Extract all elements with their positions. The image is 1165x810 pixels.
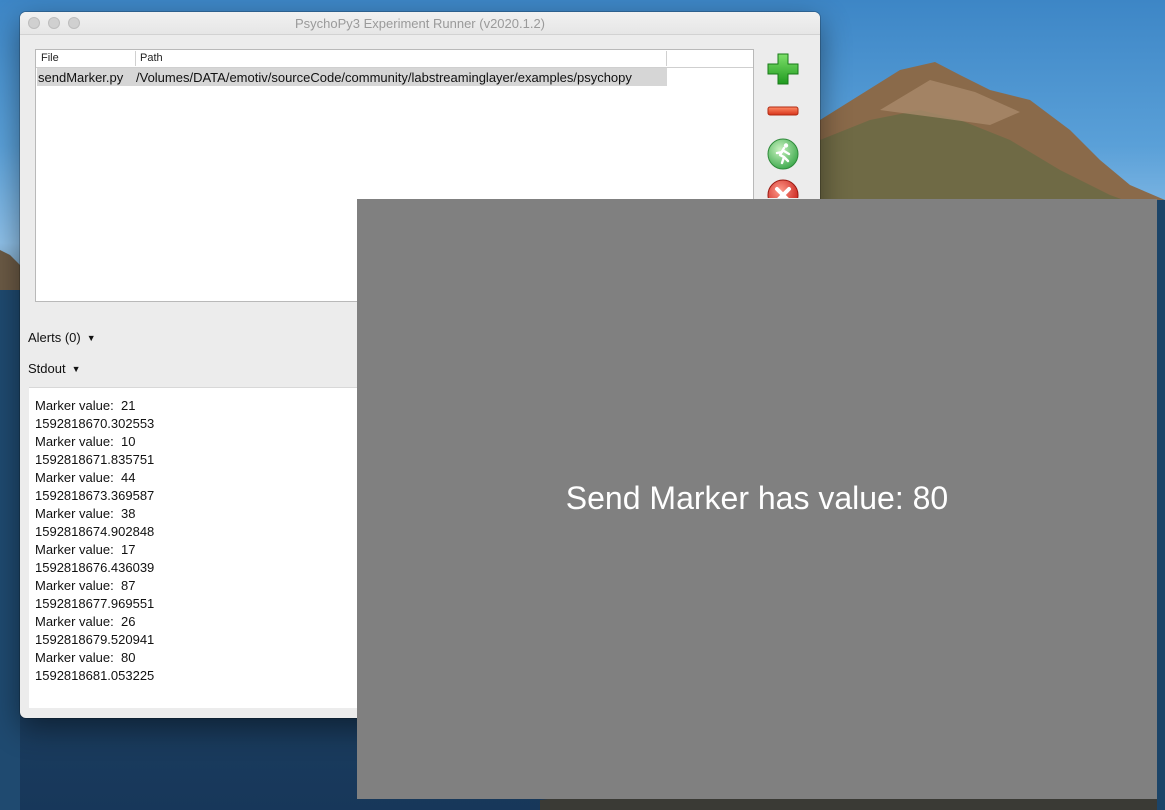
stdout-line: Marker value: 10 <box>35 434 136 449</box>
stdout-text: Marker value: 21 1592818670.302553 Marker … <box>35 397 154 685</box>
column-separator[interactable] <box>135 51 136 66</box>
plus-icon <box>767 53 799 85</box>
stdout-line: 1592818670.302553 <box>35 416 155 431</box>
stop-experiment-button[interactable] <box>766 178 800 198</box>
title-bar[interactable]: PsychoPy3 Experiment Runner (v2020.1.2) <box>20 12 820 35</box>
run-experiment-button[interactable] <box>766 137 800 171</box>
stdout-line: 1592818679.520941 <box>35 632 155 647</box>
list-item[interactable]: sendMarker.py /Volumes/DATA/emotiv/sourc… <box>37 68 667 86</box>
stdout-line: Marker value: 80 <box>35 650 136 665</box>
minus-icon <box>767 106 799 116</box>
window-title: PsychoPy3 Experiment Runner (v2020.1.2) <box>294 16 545 31</box>
stdout-line: Marker value: 44 <box>35 470 136 485</box>
column-separator[interactable] <box>666 51 667 66</box>
alerts-toggle[interactable]: Alerts (0) ▼ <box>28 330 96 345</box>
remove-experiment-button[interactable] <box>766 96 800 130</box>
column-header-file[interactable]: File <box>41 52 59 64</box>
stop-icon <box>767 179 799 198</box>
run-icon <box>767 138 799 170</box>
stdout-line: Marker value: 38 <box>35 506 136 521</box>
stdout-line: 1592818673.369587 <box>35 488 155 503</box>
disclosure-triangle-icon: ▼ <box>86 333 96 343</box>
stimulus-text: Send Marker has value: 80 <box>565 480 949 516</box>
stdout-line: 1592818671.835751 <box>35 452 155 467</box>
column-header-path[interactable]: Path <box>140 52 163 64</box>
stdout-line: Marker value: 17 <box>35 542 136 557</box>
stdout-line: 1592818676.436039 <box>35 560 155 575</box>
disclosure-triangle-icon: ▼ <box>71 364 81 374</box>
file-path-cell: /Volumes/DATA/emotiv/sourceCode/communit… <box>136 70 632 85</box>
stdout-label: Stdout <box>28 361 66 376</box>
stdout-line: 1592818674.902848 <box>35 524 155 539</box>
alerts-label: Alerts (0) <box>28 330 81 345</box>
stdout-line: Marker value: 87 <box>35 578 136 593</box>
stdout-line: 1592818681.053225 <box>35 668 155 683</box>
stdout-toggle[interactable]: Stdout ▼ <box>28 361 81 376</box>
add-experiment-button[interactable] <box>766 52 800 86</box>
file-name-cell: sendMarker.py <box>38 70 124 85</box>
list-header: File Path <box>36 50 753 68</box>
stdout-line: Marker value: 21 <box>35 398 136 413</box>
stdout-line: 1592818677.969551 <box>35 596 155 611</box>
experiment-stimulus-window[interactable]: Send Marker has value: 80 <box>357 199 1157 799</box>
stdout-line: Marker value: 26 <box>35 614 136 629</box>
